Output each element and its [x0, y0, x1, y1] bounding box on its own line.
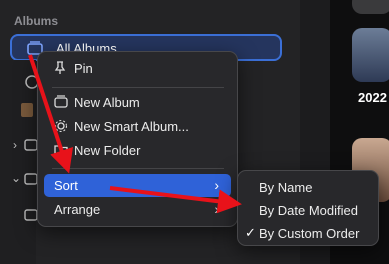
sort-option-by-date-modified[interactable]: By Date Modified: [243, 199, 373, 221]
menu-item-label: By Name: [259, 180, 313, 195]
menu-item-new-smart-album[interactable]: New Smart Album...: [44, 115, 231, 138]
folder-icon: [24, 138, 38, 157]
menu-item-label: By Custom Order: [259, 226, 360, 241]
album-thumbnail[interactable]: [352, 0, 389, 14]
menu-item-label: Sort: [54, 178, 78, 193]
menu-item-label: New Album: [74, 95, 140, 110]
menu-item-label: New Smart Album...: [74, 119, 189, 134]
menu-item-label: Arrange: [54, 202, 101, 217]
menu-item-pin[interactable]: Pin: [44, 57, 231, 80]
sort-submenu: By Name By Date Modified ✓ By Custom Ord…: [237, 170, 379, 246]
menu-item-sort[interactable]: Sort ›: [44, 174, 231, 197]
menu-item-label: New Folder: [74, 143, 141, 158]
sort-option-by-custom-order[interactable]: ✓ By Custom Order: [243, 222, 373, 244]
context-menu: Pin New Album New Smart Album... New Fol…: [37, 51, 238, 227]
album-thumbnail[interactable]: [352, 28, 389, 82]
chevron-right-icon: ›: [214, 201, 219, 217]
folder-icon: [54, 143, 68, 159]
chevron-right-icon[interactable]: ›: [13, 138, 17, 152]
menu-separator: [52, 168, 224, 169]
chevron-right-icon: ›: [214, 177, 219, 193]
checkmark-icon: ✓: [245, 225, 256, 240]
album-thumbnail-icon: [20, 102, 34, 123]
folder-icon: [24, 208, 38, 227]
menu-separator: [52, 87, 224, 88]
album-year-label: 2022: [358, 90, 387, 105]
folder-icon: [24, 172, 38, 191]
menu-item-label: By Date Modified: [259, 203, 358, 218]
menu-item-arrange[interactable]: Arrange ›: [44, 198, 231, 221]
menu-item-label: Pin: [74, 61, 93, 76]
chevron-down-icon[interactable]: ⌄: [11, 171, 21, 185]
menu-item-new-folder[interactable]: New Folder: [44, 139, 231, 162]
pin-icon: [54, 61, 66, 78]
menu-item-new-album[interactable]: New Album: [44, 91, 231, 114]
smart-album-icon: [54, 119, 68, 136]
sort-option-by-name[interactable]: By Name: [243, 176, 373, 198]
album-icon: [54, 95, 68, 111]
albums-section-header: Albums: [14, 14, 59, 28]
